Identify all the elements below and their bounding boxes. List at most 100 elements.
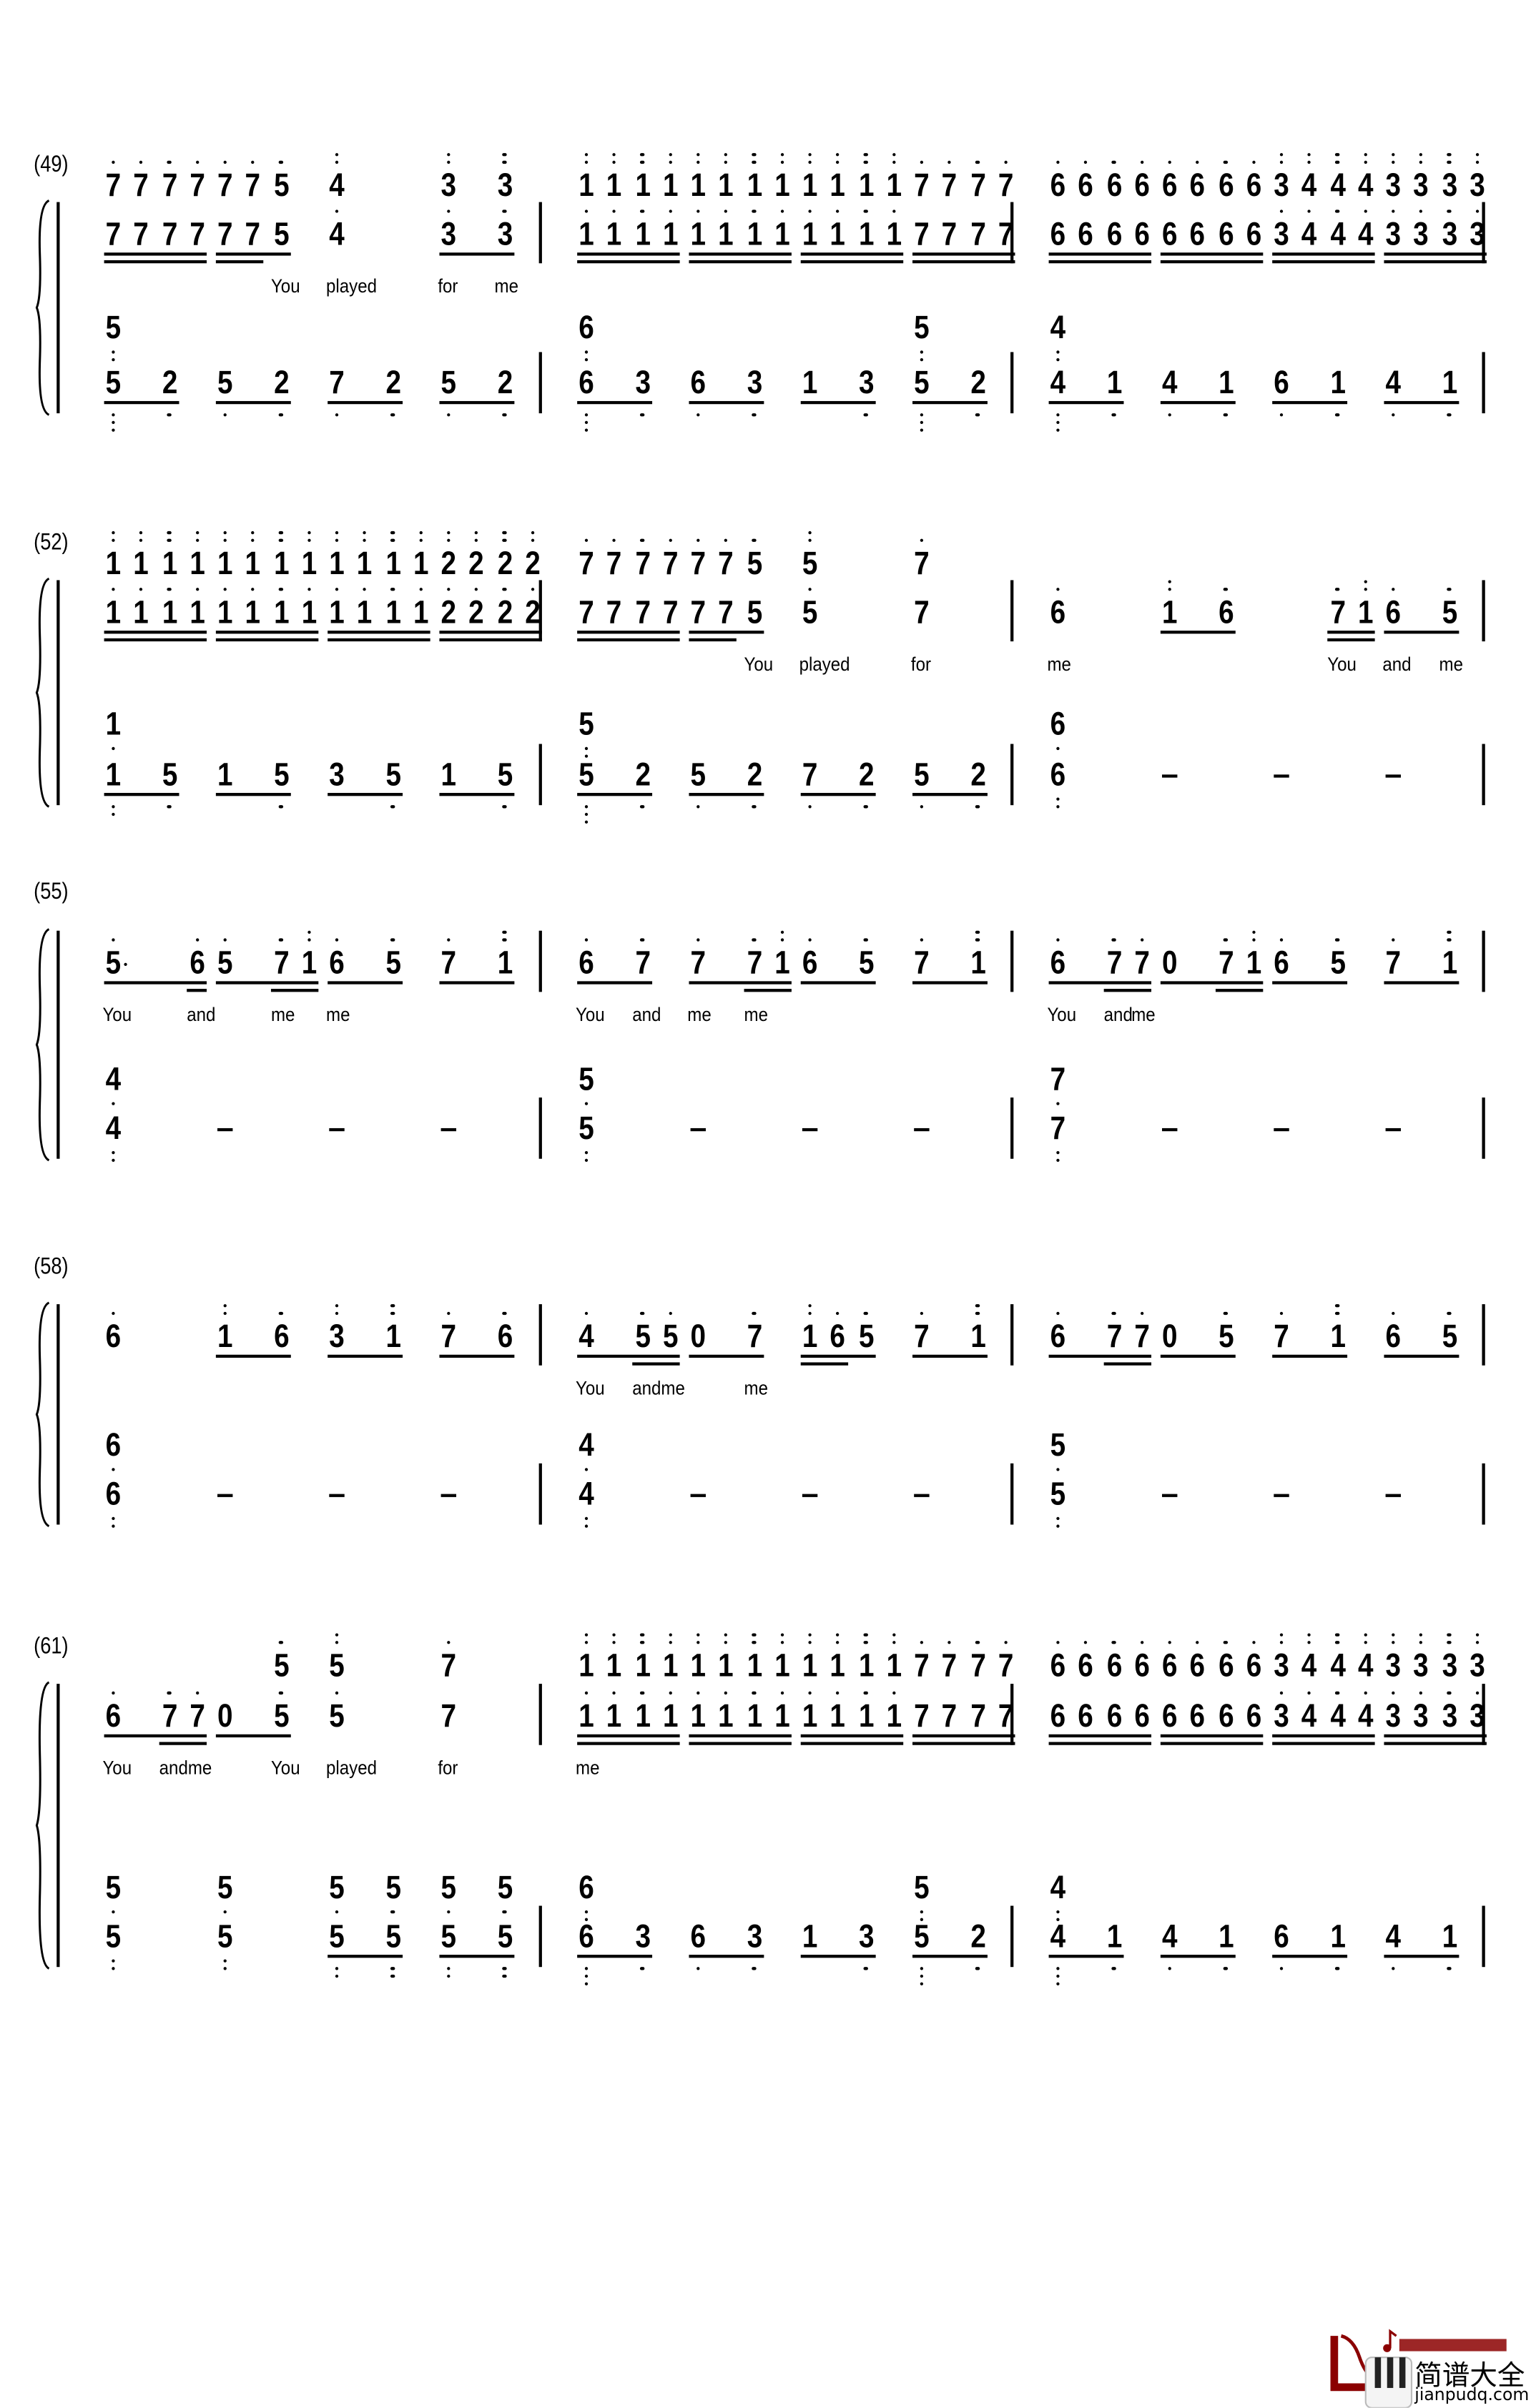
octave-dot-below: [390, 413, 395, 418]
note: 1: [1329, 1919, 1345, 1955]
octave-dot-below: [111, 413, 115, 418]
octave-dot-below: [335, 1967, 339, 1971]
octave-dot-above: [640, 209, 644, 214]
octave-dot-above: [530, 531, 535, 536]
note: 2: [468, 546, 485, 582]
octave-dot-below: [1055, 1151, 1060, 1155]
octave-dot-above: [1279, 160, 1284, 164]
octave-dot-below: [752, 413, 756, 418]
octave-dot-above: [1055, 938, 1060, 942]
octave-dot-below: [502, 1967, 507, 1971]
octave-dot-above: [1003, 1641, 1008, 1645]
note: 7: [606, 546, 622, 582]
note: 3: [1469, 1699, 1485, 1735]
octave-dot-below: [584, 1516, 589, 1521]
octave-dot-below: [223, 1959, 227, 1963]
note: 4: [1301, 217, 1317, 253]
note: 1: [105, 757, 122, 794]
octave-dot-above: [418, 538, 423, 543]
note: 0: [690, 1319, 707, 1355]
dash-mark: [329, 1494, 345, 1498]
note: 6: [579, 1870, 594, 1906]
octave-dot-above: [195, 538, 200, 543]
underline-beam: [688, 631, 764, 635]
note: 4: [1050, 1870, 1066, 1906]
octave-dot-below: [584, 357, 589, 362]
octave-dot-above: [446, 588, 451, 592]
note: 7: [914, 946, 930, 982]
dash-mark: [217, 1494, 233, 1498]
octave-dot-above: [1447, 1311, 1451, 1316]
octave-dot-below: [584, 820, 589, 824]
octave-dot-below: [1391, 413, 1395, 418]
octave-dot-above: [1447, 153, 1451, 157]
lyric: played: [326, 275, 378, 297]
note: 1: [718, 1699, 734, 1735]
octave-dot-above: [1475, 160, 1480, 164]
note: 4: [1050, 1919, 1066, 1955]
note: 5: [579, 757, 594, 794]
note: 7: [1106, 1319, 1122, 1355]
octave-dot-above: [390, 1304, 395, 1308]
octave-dot-above: [1112, 1311, 1116, 1316]
underline-beam: [438, 638, 543, 642]
note: 7: [998, 1648, 1013, 1684]
note: 3: [1385, 1648, 1402, 1684]
octave-dot-below: [111, 1516, 115, 1521]
note: 3: [634, 365, 650, 401]
note: 7: [189, 217, 205, 253]
lyric: You: [1326, 653, 1356, 676]
octave-dot-above: [1391, 153, 1395, 157]
octave-dot-above: [418, 531, 423, 536]
barline-treble: [538, 1684, 542, 1745]
note: 6: [105, 1428, 122, 1464]
octave-dot-above: [223, 1304, 227, 1308]
underline-beam: [799, 1362, 848, 1366]
underline-beam: [1048, 400, 1124, 405]
octave-dot-above: [1224, 1641, 1228, 1645]
octave-dot-above: [1391, 588, 1395, 592]
octave-dot-above: [1419, 1633, 1423, 1637]
octave-dot-above: [335, 938, 339, 942]
octave-dot-above: [975, 938, 980, 942]
note: 3: [1441, 1699, 1457, 1735]
note: 1: [690, 168, 707, 204]
underline-beam: [1327, 631, 1376, 635]
underline-beam: [159, 1742, 207, 1746]
note: 1: [634, 217, 650, 253]
note: 1: [1441, 946, 1457, 982]
note: 1: [774, 168, 790, 204]
octave-dot-above: [975, 1304, 980, 1308]
note: 1: [105, 707, 122, 743]
octave-dot-below: [111, 1158, 115, 1163]
underline-beam: [103, 260, 207, 265]
octave-dot-above: [390, 588, 395, 592]
octave-dot-above: [892, 209, 896, 214]
dash-mark: [440, 1494, 457, 1498]
octave-dot-below: [335, 413, 339, 418]
octave-dot-above: [139, 160, 144, 164]
note: 1: [970, 946, 985, 982]
octave-dot-below: [111, 357, 115, 362]
octave-dot-below: [920, 1910, 924, 1915]
octave-dot-above: [920, 538, 924, 543]
octave-dot-above: [668, 1633, 672, 1637]
underline-beam: [576, 252, 681, 257]
octave-dot-above: [1363, 1641, 1367, 1645]
note: 1: [886, 217, 902, 253]
note: 3: [1413, 217, 1429, 253]
note: 6: [1133, 217, 1150, 253]
note: 5: [914, 310, 930, 346]
octave-dot-above: [947, 160, 952, 164]
note: 4: [1329, 1648, 1345, 1684]
note: 7: [161, 168, 177, 204]
lyric: me: [576, 1757, 600, 1779]
dash-mark: [217, 1127, 233, 1133]
note: 7: [634, 595, 650, 631]
octave-dot-above: [1335, 1691, 1339, 1695]
note: 7: [970, 1648, 985, 1684]
note: 7: [245, 168, 261, 204]
note: 1: [830, 1699, 846, 1735]
octave-dot-above: [1447, 209, 1451, 214]
note: 2: [496, 546, 513, 582]
